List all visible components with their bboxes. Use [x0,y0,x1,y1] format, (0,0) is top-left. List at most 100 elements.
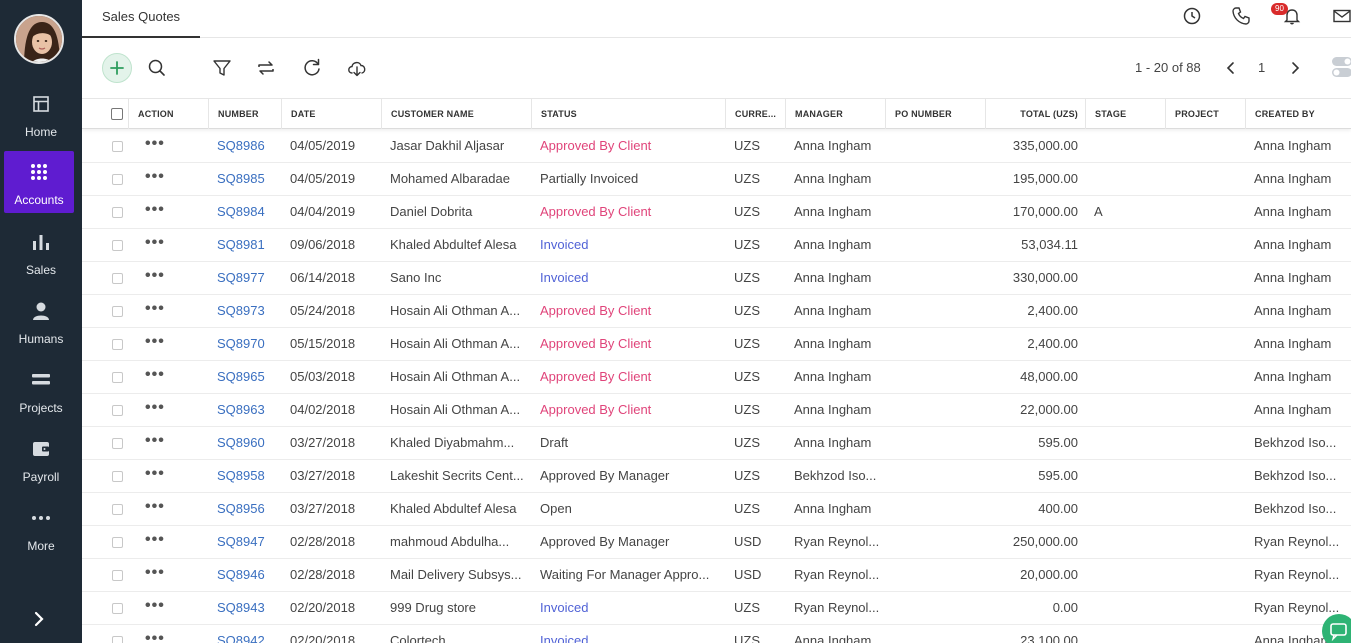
cell-number[interactable]: SQ8960 [208,427,281,459]
cell-number[interactable]: SQ8942 [208,625,281,643]
current-page-number[interactable]: 1 [1258,60,1265,75]
row-actions-ellipsis-icon[interactable]: ••• [145,592,165,624]
sidebar-item-more[interactable]: More [0,504,82,570]
cell-number[interactable]: SQ8943 [208,592,281,624]
cell-number[interactable]: SQ8984 [208,196,281,228]
phone-icon[interactable] [1231,6,1251,26]
row-actions-ellipsis-icon[interactable]: ••• [145,526,165,558]
sidebar-item-humans[interactable]: Humans [0,297,82,363]
row-actions-ellipsis-icon[interactable]: ••• [145,625,165,643]
table-row[interactable]: ••• SQ8977 06/14/2018 Sano Inc Invoiced UZS An… [82,262,1351,295]
column-header-manager[interactable]: MANAGER [785,99,885,129]
column-header-po-number[interactable]: PO NUMBER [885,99,985,129]
table-row[interactable]: ••• SQ8947 02/28/2018 mahmoud Abdulha... App… [82,526,1351,559]
column-header-action[interactable]: ACTION [128,99,208,129]
row-checkbox[interactable] [112,174,123,185]
table-row[interactable]: ••• SQ8956 03/27/2018 Khaled Abdultef Alesa… [82,493,1351,526]
column-header-status[interactable]: STATUS [531,99,725,129]
cell-number[interactable]: SQ8973 [208,295,281,327]
row-actions-ellipsis-icon[interactable]: ••• [145,196,165,228]
table-row[interactable]: ••• SQ8970 05/15/2018 Hosain Ali Othman A..… [82,328,1351,361]
column-header-total[interactable]: TOTAL (UZS) [985,99,1085,129]
cell-number[interactable]: SQ8946 [208,559,281,591]
row-checkbox[interactable] [112,273,123,284]
clock-icon[interactable] [1182,6,1202,26]
table-row[interactable]: ••• SQ8960 03/27/2018 Khaled Diyabmahm... Dr… [82,427,1351,460]
row-actions-ellipsis-icon[interactable]: ••• [145,229,165,261]
next-page-chevron-icon[interactable] [1282,55,1308,81]
table-row[interactable]: ••• SQ8942 02/20/2018 Colortech Invoiced UZS A… [82,625,1351,643]
table-row[interactable]: ••• SQ8965 05/03/2018 Hosain Ali Othman A..… [82,361,1351,394]
table-row[interactable]: ••• SQ8963 04/02/2018 Hosain Ali Othman A..… [82,394,1351,427]
row-actions-ellipsis-icon[interactable]: ••• [145,295,165,327]
row-checkbox[interactable] [112,504,123,515]
table-row[interactable]: ••• SQ8981 09/06/2018 Khaled Abdultef Alesa… [82,229,1351,262]
row-checkbox[interactable] [112,339,123,350]
row-actions-ellipsis-icon[interactable]: ••• [145,559,165,591]
row-checkbox[interactable] [112,372,123,383]
cell-number[interactable]: SQ8958 [208,460,281,492]
table-row[interactable]: ••• SQ8958 03/27/2018 Lakeshit Secrits Cent… [82,460,1351,493]
row-actions-ellipsis-icon[interactable]: ••• [145,394,165,426]
cell-number[interactable]: SQ8965 [208,361,281,393]
cell-number[interactable]: SQ8986 [208,130,281,162]
row-checkbox[interactable] [112,306,123,317]
row-checkbox[interactable] [112,141,123,152]
select-all-checkbox[interactable] [111,108,123,120]
row-checkbox[interactable] [112,405,123,416]
row-actions-ellipsis-icon[interactable]: ••• [145,361,165,393]
table-row[interactable]: ••• SQ8946 02/28/2018 Mail Delivery Subsys.… [82,559,1351,592]
swap-icon[interactable] [253,55,279,81]
column-header-currency[interactable]: CURRE... [725,99,785,129]
sidebar-item-home[interactable]: Home [0,90,82,156]
row-actions-ellipsis-icon[interactable]: ••• [145,460,165,492]
add-quote-button[interactable] [102,53,132,83]
column-header-date[interactable]: DATE [281,99,381,129]
row-checkbox[interactable] [112,570,123,581]
previous-page-chevron-icon[interactable] [1218,55,1244,81]
view-toggle-icon[interactable] [1330,54,1351,80]
sidebar-item-accounts[interactable]: Accounts [4,151,74,213]
table-row[interactable]: ••• SQ8943 02/20/2018 999 Drug store Invoice… [82,592,1351,625]
cell-number[interactable]: SQ8981 [208,229,281,261]
cell-number[interactable]: SQ8947 [208,526,281,558]
search-icon[interactable] [144,55,170,81]
cell-number[interactable]: SQ8963 [208,394,281,426]
cell-number[interactable]: SQ8977 [208,262,281,294]
sidebar-expand-chevron-icon[interactable] [28,608,50,630]
sidebar-item-sales[interactable]: Sales [0,228,82,294]
column-header-stage[interactable]: STAGE [1085,99,1165,129]
row-checkbox[interactable] [112,438,123,449]
row-checkbox[interactable] [112,240,123,251]
column-header-project[interactable]: PROJECT [1165,99,1245,129]
row-checkbox[interactable] [112,207,123,218]
cell-number[interactable]: SQ8970 [208,328,281,360]
row-checkbox[interactable] [112,471,123,482]
refresh-icon[interactable] [299,55,325,81]
row-actions-ellipsis-icon[interactable]: ••• [145,262,165,294]
cell-number[interactable]: SQ8956 [208,493,281,525]
column-header-created-by[interactable]: CREATED BY [1245,99,1351,129]
row-checkbox[interactable] [112,636,123,643]
filter-icon[interactable] [209,55,235,81]
table-row[interactable]: ••• SQ8984 04/04/2019 Daniel Dobrita Approve… [82,196,1351,229]
column-header-number[interactable]: NUMBER [208,99,281,129]
sidebar-item-payroll[interactable]: Payroll [0,435,82,501]
row-actions-ellipsis-icon[interactable]: ••• [145,130,165,162]
user-avatar[interactable] [14,14,64,64]
row-checkbox[interactable] [112,603,123,614]
row-actions-ellipsis-icon[interactable]: ••• [145,163,165,195]
mail-icon[interactable] [1332,6,1351,26]
row-checkbox[interactable] [112,537,123,548]
row-actions-ellipsis-icon[interactable]: ••• [145,493,165,525]
chat-bubble-icon[interactable] [1322,614,1351,643]
tab-sales-quotes[interactable]: Sales Quotes [82,0,201,38]
table-row[interactable]: ••• SQ8973 05/24/2018 Hosain Ali Othman A..… [82,295,1351,328]
column-header-customer-name[interactable]: CUSTOMER NAME [381,99,531,129]
row-actions-ellipsis-icon[interactable]: ••• [145,328,165,360]
cloud-download-icon[interactable] [344,55,370,81]
row-actions-ellipsis-icon[interactable]: ••• [145,427,165,459]
table-row[interactable]: ••• SQ8986 04/05/2019 Jasar Dakhil Aljasar A… [82,130,1351,163]
sidebar-item-projects[interactable]: Projects [0,366,82,432]
table-row[interactable]: ••• SQ8985 04/05/2019 Mohamed Albaradae Part… [82,163,1351,196]
